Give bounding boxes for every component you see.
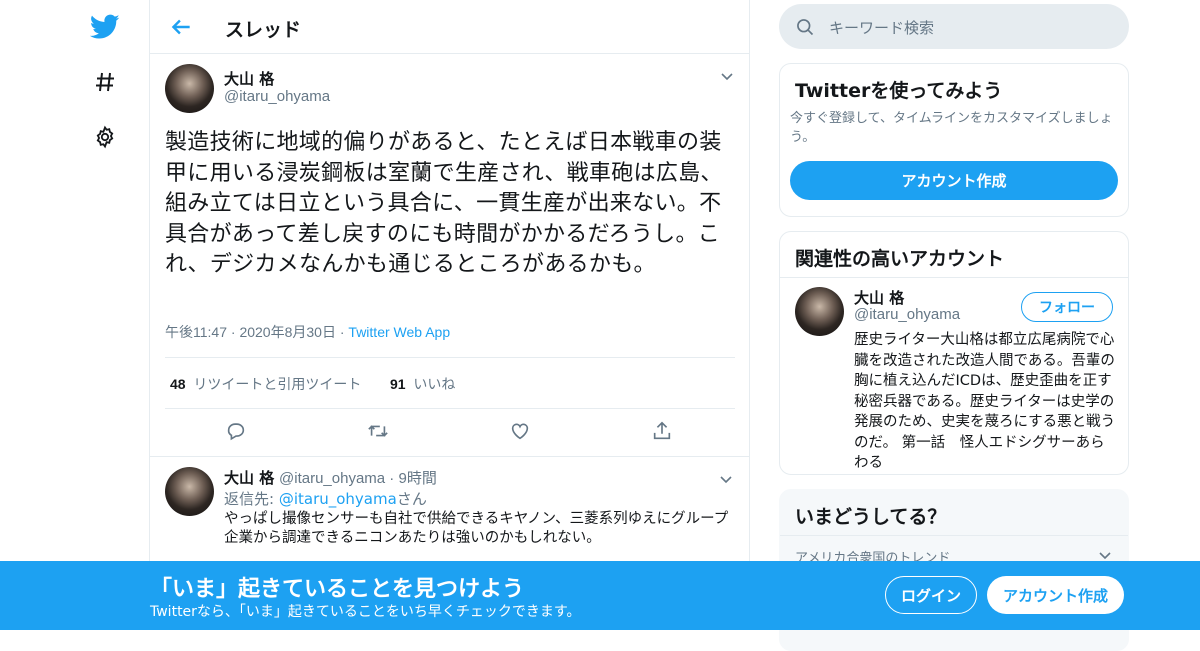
back-arrow-icon[interactable] bbox=[168, 14, 194, 40]
retweet-stat[interactable]: 48 リツイートと引用ツイート bbox=[170, 374, 361, 394]
reply-tweet[interactable]: 大山 格 @itaru_ohyama · 9時間 返信先: @itaru_ohy… bbox=[150, 456, 749, 577]
chevron-down-icon[interactable] bbox=[718, 471, 734, 487]
avatar[interactable] bbox=[795, 287, 844, 336]
reply-header: 大山 格 @itaru_ohyama · 9時間 bbox=[224, 469, 437, 487]
divider bbox=[780, 277, 1128, 278]
author-handle[interactable]: @itaru_ohyama bbox=[224, 88, 330, 105]
share-icon[interactable] bbox=[651, 420, 673, 442]
related-accounts-card: 関連性の高いアカウント 大山 格 @itaru_ohyama フォロー 歴史ライ… bbox=[779, 231, 1129, 475]
trends-title: いまどうしてる？ bbox=[795, 506, 947, 528]
follow-button[interactable]: フォロー bbox=[1021, 292, 1113, 322]
avatar[interactable] bbox=[165, 467, 214, 516]
reply-to-label: 返信先: bbox=[224, 490, 279, 508]
login-button[interactable]: ログイン bbox=[885, 576, 977, 614]
gear-icon[interactable] bbox=[86, 118, 124, 156]
page-title: スレッド bbox=[225, 19, 302, 41]
like-label: いいね bbox=[413, 376, 456, 392]
chevron-down-icon[interactable] bbox=[719, 68, 735, 84]
tweet-actions bbox=[165, 414, 735, 450]
retweet-count: 48 bbox=[170, 376, 186, 392]
search-input[interactable]: キーワード検索 bbox=[829, 17, 934, 38]
thread-column: スレッド 大山 格 @itaru_ohyama 製造技術に地域的偏りがあると、た… bbox=[149, 0, 750, 630]
reply-to-handle[interactable]: @itaru_ohyama bbox=[279, 490, 397, 508]
signup-button[interactable]: アカウント作成 bbox=[987, 576, 1124, 614]
tweet-date[interactable]: 2020年8月30日 bbox=[239, 324, 336, 340]
signup-banner: 「いま」起きていることを見つけよう Twitterなら、「いま」起きていることを… bbox=[0, 561, 1200, 630]
tweet-meta: 午後11:47 · 2020年8月30日 · Twitter Web App bbox=[165, 324, 451, 340]
author-name[interactable]: 大山 格 bbox=[224, 68, 274, 89]
reply-to: 返信先: @itaru_ohyamaさん bbox=[224, 488, 427, 509]
tweet-text: 製造技術に地域的偏りがあると、たとえば日本戦車の装甲に用いる浸炭鋼板は室蘭で生産… bbox=[165, 130, 723, 277]
left-nav bbox=[0, 0, 150, 630]
twitter-logo-icon[interactable] bbox=[86, 8, 124, 46]
reply-time[interactable]: 9時間 bbox=[398, 470, 436, 487]
account-bio: 歴史ライター大山格は都立広尾病院で心臓を改造された改造人間である。吾輩の胸に植え… bbox=[854, 332, 1116, 471]
author-handle[interactable]: @itaru_ohyama bbox=[279, 470, 385, 487]
signup-card-title: Twitterを使ってみよう bbox=[795, 80, 1003, 102]
banner-title: 「いま」起きていることを見つけよう bbox=[150, 577, 525, 602]
like-icon[interactable] bbox=[509, 420, 531, 442]
divider bbox=[780, 535, 1128, 536]
banner-subtitle: Twitterなら、「いま」起きていることをいち早くチェックできます。 bbox=[150, 604, 581, 620]
tweet-source-link[interactable]: Twitter Web App bbox=[348, 324, 450, 340]
like-count: 91 bbox=[390, 376, 406, 392]
create-account-button[interactable]: アカウント作成 bbox=[790, 161, 1118, 200]
tweet-time[interactable]: 午後11:47 bbox=[165, 324, 227, 340]
related-title: 関連性の高いアカウント bbox=[795, 248, 1005, 270]
retweet-icon[interactable] bbox=[367, 420, 389, 442]
avatar[interactable] bbox=[165, 64, 214, 113]
account-name[interactable]: 大山 格 bbox=[854, 287, 904, 308]
author-name[interactable]: 大山 格 bbox=[224, 469, 274, 487]
hashtag-icon[interactable] bbox=[86, 63, 124, 101]
thread-header: スレッド bbox=[150, 0, 749, 54]
signup-card: Twitterを使ってみよう 今すぐ登録して、タイムラインをカスタマイズしましょ… bbox=[779, 63, 1129, 217]
reply-to-suffix: さん bbox=[396, 490, 427, 508]
search-icon bbox=[795, 17, 815, 37]
account-handle[interactable]: @itaru_ohyama bbox=[854, 306, 960, 323]
tweet-stats: 48 リツイートと引用ツイート 91 いいね bbox=[165, 357, 735, 409]
search-bar[interactable]: キーワード検索 bbox=[779, 4, 1129, 49]
reply-text: やっぱし撮像センサーも自社で供給できるキヤノン、三菱系列ゆえにグループ企業から調… bbox=[224, 511, 729, 546]
signup-card-desc: 今すぐ登録して、タイムラインをカスタマイズしましょう。 bbox=[790, 111, 1113, 145]
retweet-label: リツイートと引用ツイート bbox=[193, 376, 362, 392]
reply-icon[interactable] bbox=[225, 420, 247, 442]
like-stat[interactable]: 91 いいね bbox=[390, 374, 455, 394]
